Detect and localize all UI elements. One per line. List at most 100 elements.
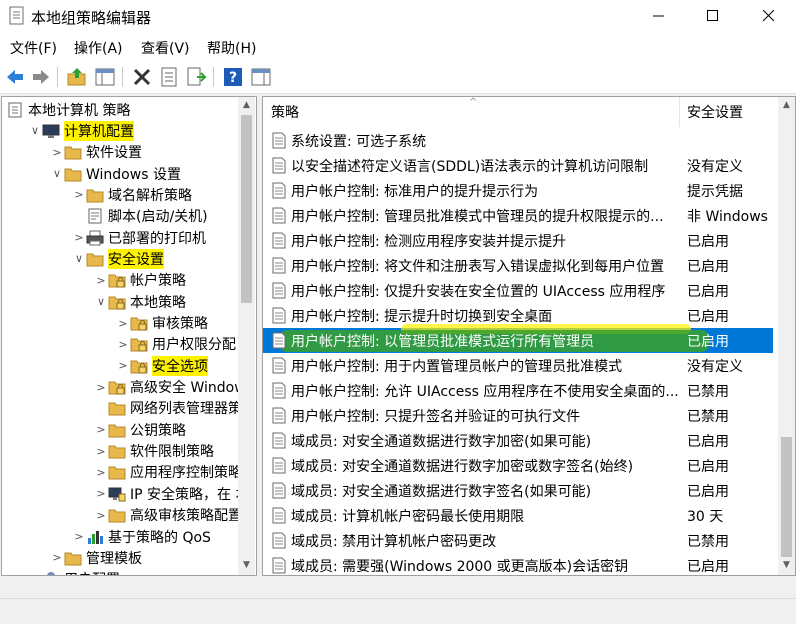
policy-row[interactable]: 系统设置: 可选子系统	[263, 128, 773, 153]
tree-item[interactable]: > IP 安全策略，在 本	[94, 483, 249, 504]
tree-item[interactable]: > 高级安全 Windows	[94, 377, 253, 398]
scroll-down-icon[interactable]: ▼	[778, 557, 795, 574]
collapsed-chevron-icon[interactable]: >	[116, 359, 130, 372]
collapsed-chevron-icon[interactable]: >	[50, 146, 64, 159]
policy-row[interactable]: 域成员: 禁用计算机帐户密码更改 已禁用	[263, 528, 773, 553]
policy-setting-icon	[271, 482, 287, 499]
tree-item[interactable]: > 帐户策略	[94, 270, 186, 291]
menu-action[interactable]: 操作(A)	[74, 38, 123, 58]
collapsed-chevron-icon[interactable]: >	[94, 445, 108, 458]
expanded-chevron-icon[interactable]: ∨	[50, 167, 64, 180]
tree-item[interactable]: ∨ Windows 设置	[50, 163, 181, 184]
scroll-thumb[interactable]	[781, 437, 792, 557]
policy-name: 域成员: 对安全通道数据进行数字签名(如果可能)	[291, 484, 592, 500]
properties-icon[interactable]	[158, 66, 180, 88]
tree-item[interactable]: > 软件设置	[50, 142, 142, 163]
policy-row[interactable]: 用户帐户控制: 将文件和注册表写入错误虚拟化到每用户位置 已启用	[263, 253, 773, 278]
policy-row[interactable]: 域成员: 对安全通道数据进行数字签名(如果可能) 已启用	[263, 478, 773, 503]
policy-row[interactable]: 用户帐户控制: 以管理员批准模式运行所有管理员 已启用	[263, 324, 773, 353]
policy-row[interactable]: 以安全描述符定义语言(SDDL)语法表示的计算机访问限制 没有定义	[263, 153, 773, 178]
tree-item[interactable]: > 基于策略的 QoS	[72, 526, 211, 547]
tree-item[interactable]: > 域名解析策略	[72, 184, 192, 205]
close-button[interactable]	[746, 0, 792, 32]
expanded-chevron-icon[interactable]: ∨	[28, 124, 42, 137]
collapsed-chevron-icon[interactable]: >	[94, 381, 108, 394]
folder-icon	[64, 166, 82, 182]
security-setting-value: 没有定义	[687, 359, 743, 375]
policy-row[interactable]: 用户帐户控制: 只提升签名并验证的可执行文件 已禁用	[263, 403, 773, 428]
policy-row[interactable]: 域成员: 对安全通道数据进行数字加密(如果可能) 已启用	[263, 428, 773, 453]
tree-item[interactable]: ∨ 计算机配置	[28, 120, 134, 141]
collapsed-chevron-icon[interactable]: >	[94, 466, 108, 479]
show-hide-tree-icon[interactable]	[94, 66, 116, 88]
collapsed-chevron-icon[interactable]: >	[72, 188, 86, 201]
expanded-chevron-icon[interactable]: ∨	[72, 252, 86, 265]
lock-folder-icon	[130, 336, 148, 352]
up-folder-icon[interactable]	[66, 66, 88, 88]
export-list-icon[interactable]	[185, 66, 207, 88]
policy-row[interactable]: 域成员: 计算机帐户密码最长使用期限 30 天	[263, 503, 773, 528]
collapsed-chevron-icon[interactable]: >	[116, 338, 130, 351]
list-scrollbar[interactable]: ▲ ▼	[778, 97, 795, 575]
minimize-button[interactable]	[636, 0, 682, 32]
tree-item[interactable]: > 管理模板	[50, 547, 142, 568]
scroll-up-icon[interactable]: ▲	[778, 97, 795, 114]
collapsed-chevron-icon[interactable]: >	[94, 423, 108, 436]
tree-scrollbar[interactable]: ▲ ▼	[238, 97, 255, 575]
menu-view[interactable]: 查看(V)	[141, 38, 190, 58]
collapsed-chevron-icon[interactable]: >	[72, 231, 86, 244]
tree-item[interactable]: > 软件限制策略	[94, 441, 214, 462]
column-header-setting[interactable]: 安全设置	[680, 97, 778, 127]
tree-item[interactable]: > 已部署的打印机	[72, 227, 206, 248]
tree-item[interactable]: ∨ 本地策略	[94, 291, 186, 312]
collapsed-chevron-icon[interactable]: >	[94, 509, 108, 522]
tree-item[interactable]: > 用户权限分配	[116, 334, 236, 355]
policy-row[interactable]: 用户帐户控制: 用于内置管理员帐户的管理员批准模式 没有定义	[263, 353, 773, 378]
expanded-chevron-icon[interactable]: ∨	[94, 295, 108, 308]
policy-row[interactable]: 用户帐户控制: 管理员批准模式中管理员的提升权限提示的... 非 Windows …	[263, 203, 773, 228]
sort-ascending-icon: ^	[469, 97, 478, 108]
view-icon[interactable]	[250, 66, 272, 88]
policy-row[interactable]: 域成员: 对安全通道数据进行数字加密或数字签名(始终) 已启用	[263, 453, 773, 478]
lock-folder-icon	[108, 272, 126, 288]
help-icon[interactable]: ?	[222, 66, 244, 88]
tree-item[interactable]: ∨ 安全设置	[72, 248, 164, 269]
collapsed-chevron-icon[interactable]: >	[72, 530, 86, 543]
column-header-setting-label: 安全设置	[687, 105, 743, 121]
tree-item[interactable]: > 安全选项	[116, 355, 208, 376]
folder-icon	[86, 251, 104, 267]
policy-row[interactable]: 用户帐户控制: 检测应用程序安装并提示提升 已启用	[263, 228, 773, 253]
computer-icon	[42, 123, 60, 139]
policy-name: 以安全描述符定义语言(SDDL)语法表示的计算机访问限制	[291, 159, 649, 175]
policy-row[interactable]: 用户帐户控制: 仅提升安装在安全位置的 UIAccess 应用程序 已启用	[263, 278, 773, 303]
forward-arrow-icon[interactable]	[30, 66, 52, 88]
tree-item[interactable]: > 高级审核策略配置	[94, 505, 242, 526]
collapsed-chevron-icon[interactable]: >	[94, 274, 108, 287]
collapsed-chevron-icon[interactable]: >	[94, 487, 108, 500]
delete-icon[interactable]	[131, 66, 153, 88]
tree-item[interactable]: > 应用程序控制策略	[94, 462, 242, 483]
tree-item-label: 本地策略	[130, 294, 186, 311]
maximize-button[interactable]	[690, 0, 736, 32]
collapsed-chevron-icon[interactable]: >	[50, 551, 64, 564]
close-icon	[763, 10, 775, 22]
tree-item[interactable]: 脚本(启动/关机)	[72, 206, 208, 227]
scroll-up-icon[interactable]: ▲	[238, 97, 255, 114]
scroll-down-icon[interactable]: ▼	[238, 557, 255, 574]
policy-setting-icon	[271, 257, 287, 274]
tree-item[interactable]: 网络列表管理器策	[94, 398, 242, 419]
collapsed-chevron-icon[interactable]: >	[116, 317, 130, 330]
tree-item[interactable]: > 公钥策略	[94, 419, 186, 440]
tree-item[interactable]: > 审核策略	[116, 313, 208, 334]
policy-row[interactable]: 域成员: 需要强(Windows 2000 或更高版本)会话密钥 已启用	[263, 553, 773, 575]
scroll-thumb[interactable]	[241, 115, 252, 303]
tree-item[interactable]: 用户配置	[28, 569, 120, 575]
back-arrow-icon[interactable]	[4, 66, 26, 88]
tree-item[interactable]: 本地计算机 策略	[6, 99, 130, 120]
policy-setting-icon	[271, 557, 287, 574]
folder-icon	[108, 443, 126, 459]
menu-file[interactable]: 文件(F)	[10, 38, 57, 58]
policy-row[interactable]: 用户帐户控制: 允许 UIAccess 应用程序在不使用安全桌面的... 已禁用	[263, 378, 773, 403]
menu-help[interactable]: 帮助(H)	[207, 38, 256, 58]
policy-row[interactable]: 用户帐户控制: 标准用户的提升提示行为 提示凭据	[263, 178, 773, 203]
